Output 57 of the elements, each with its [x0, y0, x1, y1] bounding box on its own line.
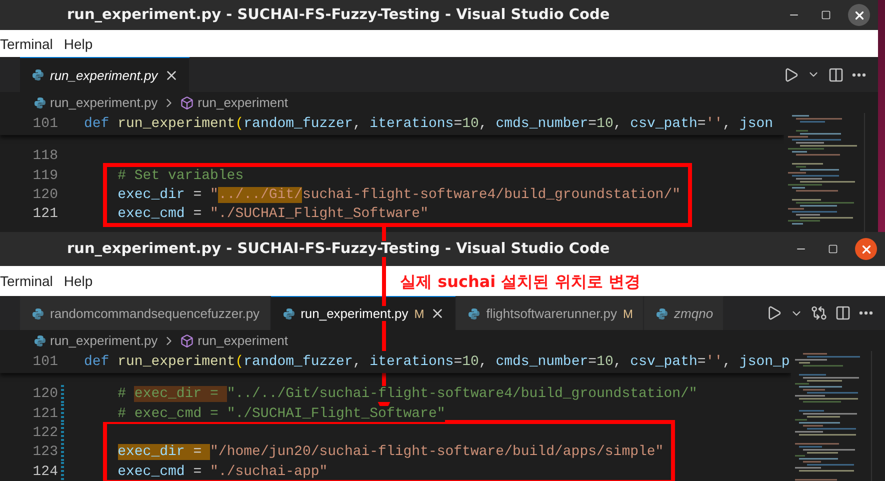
maximize-icon [828, 244, 838, 254]
line-number: 120 [32, 187, 58, 204]
compare-arrows-icon [811, 305, 827, 321]
python-file-icon [468, 308, 480, 320]
line-number: 122 [32, 425, 58, 442]
line-number: 121 [32, 206, 58, 222]
line-number: 101 [32, 116, 58, 132]
cube-icon [180, 334, 194, 348]
breadcrumb-item[interactable]: run_experiment.py [50, 333, 158, 348]
window-title: run_experiment.py - SUCHAI-FS-Fuzzy-Testing - Visual Studio Code [67, 241, 610, 257]
line-number: 123 [32, 444, 58, 460]
python-file-icon [282, 308, 295, 320]
cube-icon [180, 96, 194, 110]
python-file-icon [34, 334, 46, 346]
window-title: run_experiment.py - SUCHAI-FS-Fuzzy-Testing - Visual Studio Code [67, 7, 610, 23]
ellipsis-icon [859, 311, 873, 315]
breadcrumb-item[interactable]: run_experiment.py [50, 95, 158, 110]
python-file-icon [34, 96, 46, 108]
tab-label: randomcommandsequencefuzzer.py [50, 306, 260, 321]
python-file-icon [32, 308, 44, 320]
play-icon [766, 305, 782, 321]
line-number: 124 [32, 464, 58, 480]
close-icon [860, 242, 872, 256]
menu-item[interactable]: Help [64, 273, 93, 289]
editor-tab[interactable]: zmqno [644, 296, 724, 330]
split-columns-icon [835, 305, 851, 321]
more-button[interactable] [857, 309, 875, 317]
close-button[interactable] [855, 238, 877, 260]
play-icon [783, 66, 799, 82]
line-number: 121 [32, 406, 58, 422]
menu-item[interactable]: Terminal [0, 36, 53, 52]
tab-label: flightsoftwarerunner.py [486, 306, 618, 321]
modified-label: M [414, 306, 424, 320]
python-file-icon [656, 308, 668, 320]
editor-tab[interactable]: flightsoftwarerunner.py M [456, 296, 644, 330]
line-number: 118 [32, 148, 58, 164]
split-columns-icon [828, 66, 844, 82]
editor-tab[interactable]: run_experiment.py [20, 57, 190, 92]
tab-label: run_experiment.py [300, 306, 408, 321]
editor-tab[interactable]: run_experiment.py M [270, 296, 456, 330]
ellipsis-icon [852, 72, 866, 76]
menu-item[interactable]: Terminal [0, 273, 53, 289]
more-button[interactable] [850, 70, 868, 78]
breadcrumb-item[interactable]: run_experiment [198, 333, 288, 348]
tab-label: run_experiment.py [50, 68, 158, 82]
breadcrumb-item[interactable]: run_experiment [198, 95, 288, 110]
python-file-icon [32, 69, 44, 81]
editor-tab[interactable]: randomcommandsequencefuzzer.py [20, 296, 271, 330]
close-icon [852, 8, 866, 22]
maximize-icon [821, 10, 831, 20]
line-number: 119 [32, 168, 58, 184]
close-button[interactable] [848, 4, 870, 26]
line-number: 120 [32, 386, 58, 402]
line-number: 101 [32, 354, 58, 370]
modified-label: M [623, 306, 634, 320]
annotation-text: 실제 suchai 설치된 위치로 변경 [400, 272, 640, 293]
menu-item[interactable]: Help [64, 36, 93, 52]
